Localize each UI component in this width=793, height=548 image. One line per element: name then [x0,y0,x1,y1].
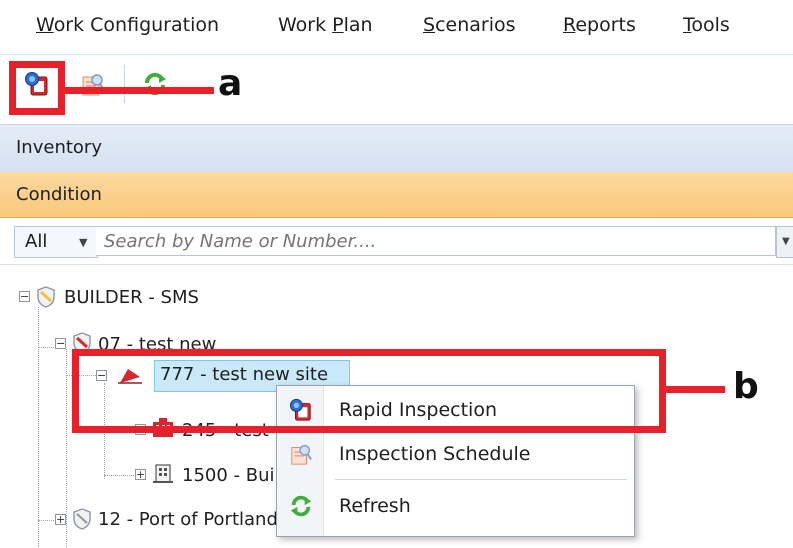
condition-label: Condition [16,184,102,205]
refresh-label: Refresh [339,495,411,517]
menu-bar: Work Configuration Work Plan Scenarios R… [0,0,793,55]
inventory-panel-header[interactable]: Inventory [0,124,793,173]
tree-connector [66,349,67,548]
menu-reports[interactable]: Reports [563,14,636,36]
tree-node-site-12[interactable]: 12 - Port of Portland [98,509,278,530]
chevron-down-icon: ▼ [79,236,88,249]
expand-toggle[interactable]: + [135,469,146,480]
search-input[interactable] [96,226,776,256]
condition-panel-header[interactable]: Condition [0,172,793,218]
annotation-line-a [64,87,214,94]
menu-tools[interactable]: Tools [683,14,730,36]
menu-work-plan[interactable]: Work Plan [278,14,373,36]
inspection-schedule-label: Inspection Schedule [339,443,531,465]
collapse-toggle[interactable]: − [55,338,66,349]
shield-icon [36,286,56,308]
building-icon [152,463,173,483]
chevron-down-icon: ▼ [782,236,790,247]
search-row: All ▼ ▼ [0,218,793,265]
context-menu-inspection-schedule[interactable]: Inspection Schedule [277,434,634,476]
toolbar-separator [124,65,125,103]
annotation-label-a: a [218,63,243,104]
annotation-line-b [665,386,725,393]
menu-scenarios[interactable]: Scenarios [423,14,516,36]
annotation-box-a [9,61,65,115]
shield-icon [72,508,92,530]
expand-toggle[interactable]: + [55,514,66,525]
tree-node-builder-sms[interactable]: BUILDER - SMS [64,287,199,308]
filter-dropdown[interactable]: All ▼ [14,226,98,258]
context-menu-separator [335,479,627,480]
inspection-schedule-icon [289,442,313,466]
annotation-box-b [72,349,666,433]
menu-work-configuration[interactable]: Work Configuration [36,14,219,36]
tree-connector [38,307,39,548]
context-menu-refresh[interactable]: Refresh [277,486,634,528]
filter-value: All [25,231,48,252]
refresh-icon [289,494,313,518]
annotation-label-b: b [733,366,759,407]
search-dropdown-button[interactable]: ▼ [776,226,793,258]
collapse-toggle[interactable]: − [19,291,30,302]
inventory-label: Inventory [16,137,102,158]
